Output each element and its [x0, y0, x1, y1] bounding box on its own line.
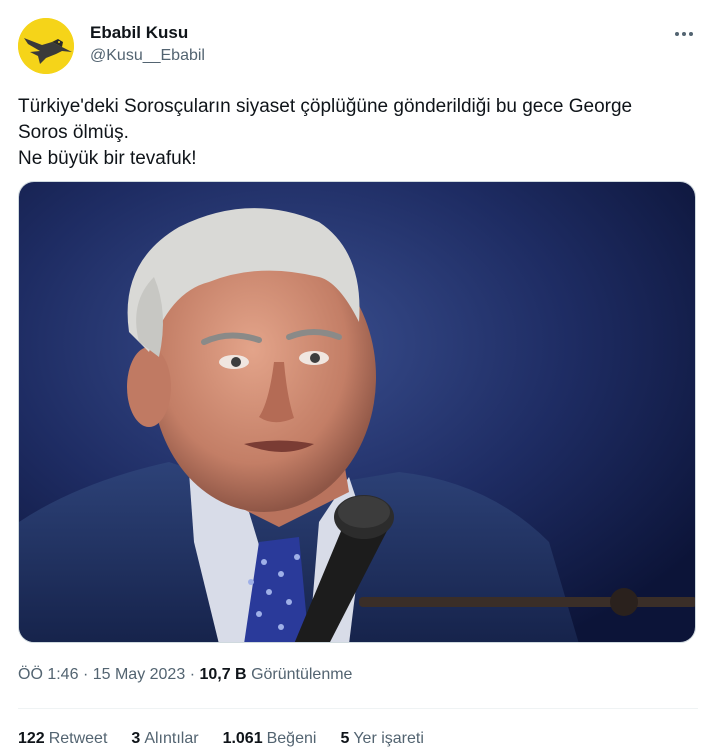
stat-count: 122 — [18, 730, 45, 747]
tweet-date[interactable]: 15 May 2023 — [93, 666, 186, 683]
author-handle[interactable]: @Kusu__Ebabil — [90, 45, 205, 67]
views-count: 10,7 B — [199, 666, 247, 683]
tweet-header: Ebabil Kusu @Kusu__Ebabil — [18, 16, 698, 76]
engagement-stats: 122 Retweet 3 Alıntılar 1.061 Beğeni 5 Yer i… — [18, 728, 448, 750]
tweet-photo[interactable] — [18, 181, 696, 643]
tweet-meta: ÖÖ 1:46 · 15 May 2023 · 10,7 B Görüntüle… — [18, 664, 352, 686]
avatar[interactable] — [18, 18, 74, 74]
stat-bookmarks[interactable]: 5 Yer işareti — [340, 728, 423, 750]
photo-elderly-man-microphone — [19, 182, 695, 642]
tweet-text-line: Ne büyük bir tevafuk! — [18, 148, 197, 169]
stat-count: 5 — [340, 730, 350, 747]
stat-quotes[interactable]: 3 Alıntılar — [131, 728, 198, 750]
more-options-button[interactable] — [670, 24, 698, 44]
stat-label: Retweet — [48, 730, 108, 747]
tweet-text-line: Soros ölmüş. — [18, 122, 129, 143]
meta-separator: · — [189, 666, 196, 683]
tweet-time[interactable]: ÖÖ 1:46 — [18, 666, 78, 683]
stat-label: Yer işareti — [353, 730, 424, 747]
stat-label: Alıntılar — [144, 730, 199, 747]
stat-label: Beğeni — [266, 730, 317, 747]
stat-count: 3 — [131, 730, 141, 747]
stat-retweets[interactable]: 122 Retweet — [18, 728, 107, 750]
swallow-bird-icon — [18, 18, 74, 74]
tweet-text: Türkiye'deki Sorosçuların siyaset çöplüğ… — [18, 94, 698, 172]
stat-count: 1.061 — [222, 730, 263, 747]
views-label: Görüntülenme — [251, 666, 353, 683]
tweet-text-line: Türkiye'deki Sorosçuların siyaset çöplüğ… — [18, 96, 633, 117]
stat-likes[interactable]: 1.061 Beğeni — [223, 728, 317, 750]
author-display-name[interactable]: Ebabil Kusu — [90, 22, 205, 44]
more-dots-icon — [675, 32, 679, 36]
meta-separator: · — [82, 666, 89, 683]
divider — [18, 708, 698, 709]
